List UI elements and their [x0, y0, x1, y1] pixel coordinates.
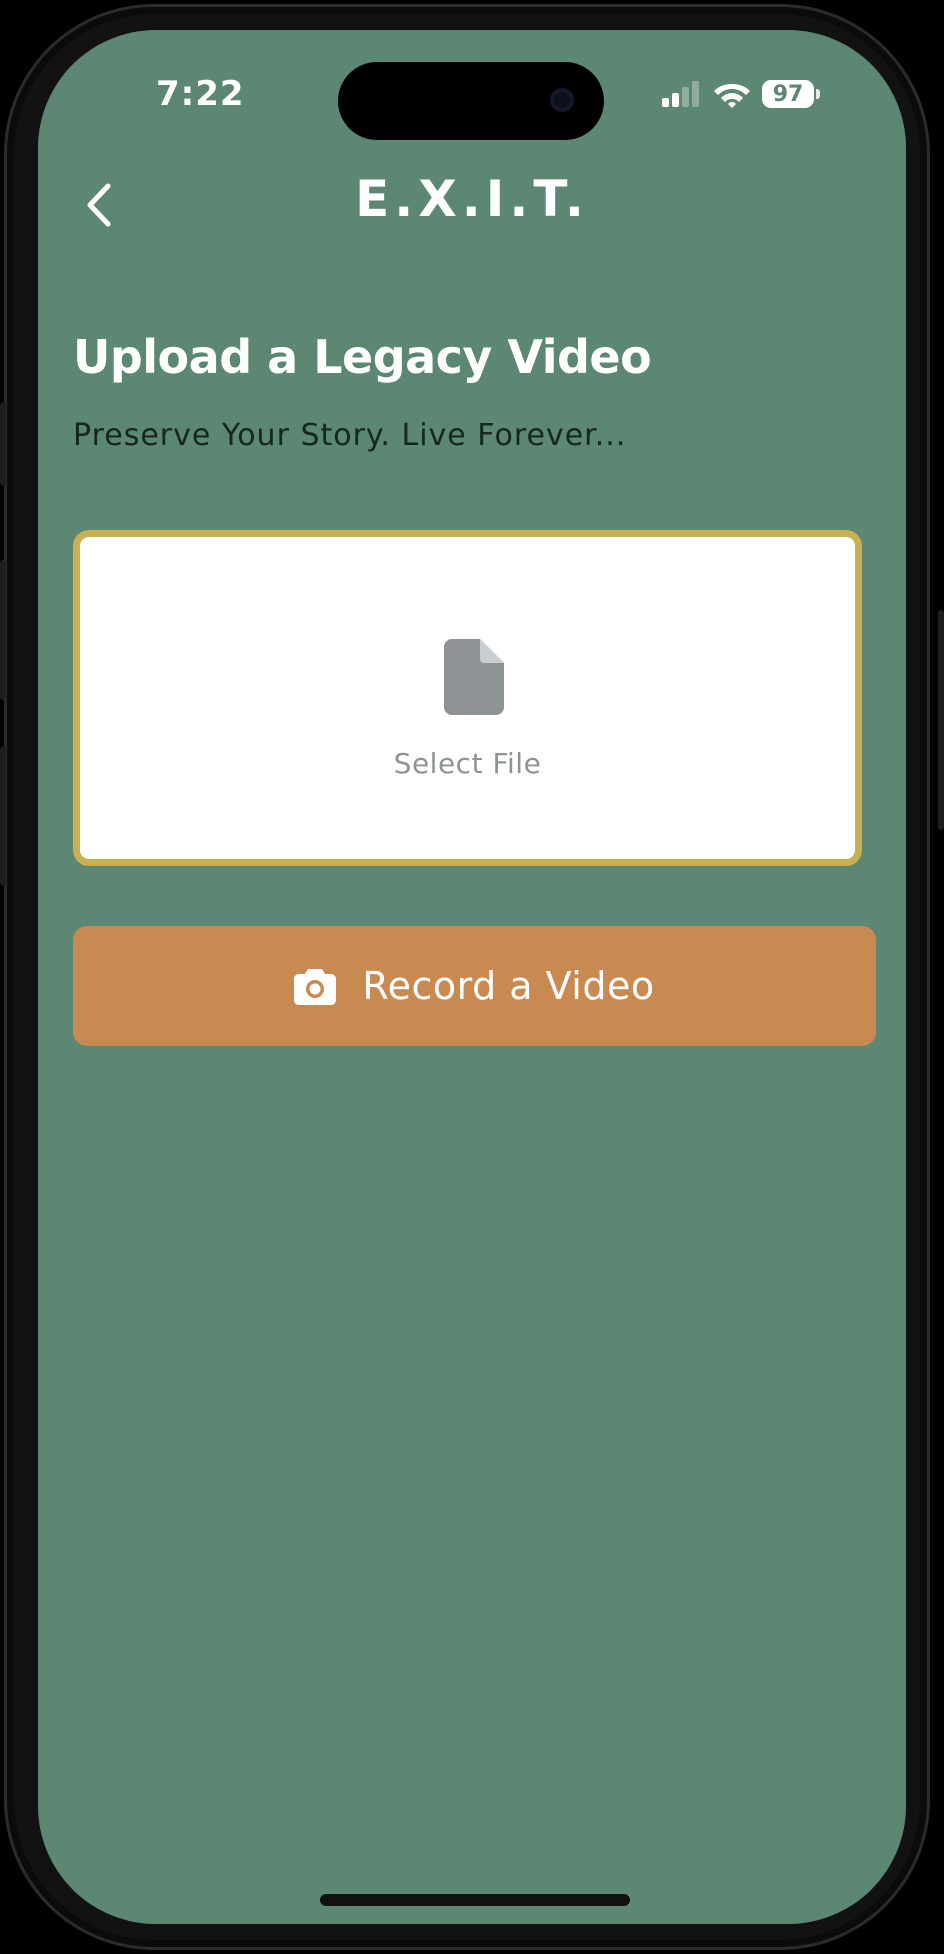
page-subtitle: Preserve Your Story. Live Forever... — [73, 418, 627, 453]
wifi-icon — [714, 84, 750, 108]
volume-down-button — [0, 746, 6, 886]
status-time: 7:22 — [156, 74, 245, 114]
camera-icon — [294, 969, 337, 1005]
home-indicator[interactable] — [320, 1894, 630, 1906]
record-video-button[interactable]: Record a Video — [73, 926, 876, 1046]
power-button — [938, 610, 944, 830]
select-file-dropzone[interactable]: Select File — [73, 530, 862, 866]
front-camera-icon — [550, 88, 574, 112]
battery-level: 97 — [762, 80, 814, 108]
dynamic-island — [338, 62, 604, 140]
status-icons: 97 — [662, 80, 820, 108]
battery-icon: 97 — [762, 80, 820, 108]
select-file-label: Select File — [393, 747, 542, 780]
app-screen: 7:22 97 E.X.I.T. Upload a Legacy Video P… — [38, 30, 906, 1924]
action-button — [0, 402, 6, 486]
document-icon — [444, 639, 504, 715]
volume-up-button — [0, 560, 6, 700]
signal-icon — [662, 81, 699, 107]
battery-tip — [816, 89, 820, 99]
record-video-label: Record a Video — [362, 964, 655, 1008]
app-logo: E.X.I.T. — [355, 170, 589, 228]
page-title: Upload a Legacy Video — [73, 330, 652, 384]
